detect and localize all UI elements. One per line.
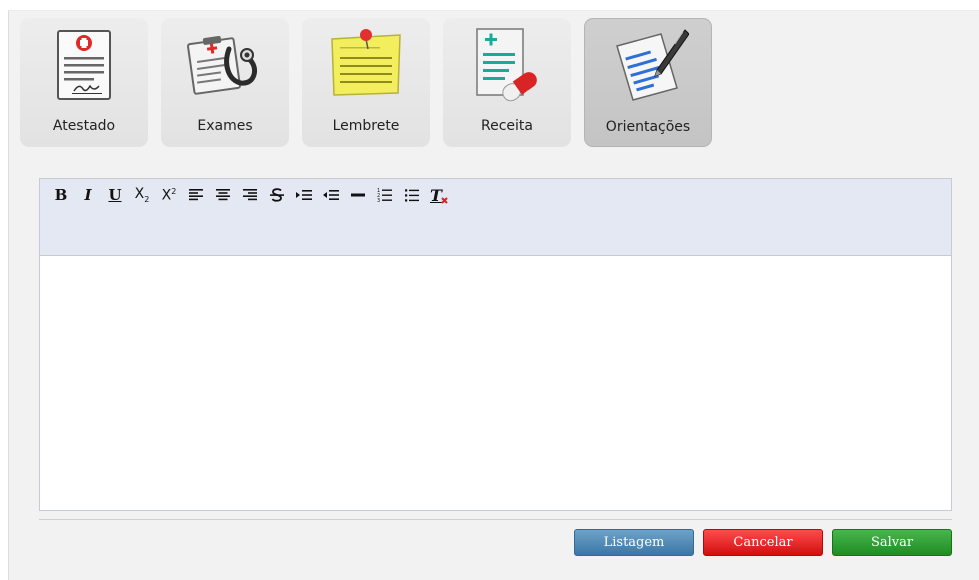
cancel-button[interactable]: Cancelar: [703, 529, 823, 556]
superscript-button[interactable]: X2: [158, 184, 180, 206]
bold-icon: B: [54, 185, 68, 204]
subscript-button[interactable]: X2: [131, 184, 153, 206]
tab-label: Lembrete: [332, 118, 400, 134]
align-right-button[interactable]: [239, 184, 261, 206]
tab-lembrete[interactable]: Lembrete: [302, 18, 430, 147]
tab-label: Atestado: [52, 118, 116, 134]
outdent-icon: [323, 190, 339, 200]
tab-receita[interactable]: Receita: [443, 18, 571, 147]
rich-text-editor: B I U X2 X2 1 2 3 T: [39, 178, 952, 511]
bulleted-list-icon: [405, 189, 419, 202]
indent-icon: [296, 190, 312, 200]
tab-orientacoes[interactable]: Orientações: [584, 18, 712, 147]
tab-exames[interactable]: Exames: [161, 18, 289, 147]
strikethrough-icon: [270, 188, 284, 202]
align-center-button[interactable]: [212, 184, 234, 206]
document-panel: Atestado Exames Lembrete Receita Orienta…: [8, 10, 979, 580]
align-left-button[interactable]: [185, 184, 207, 206]
italic-icon: I: [84, 185, 92, 204]
subscript-icon: X2: [134, 186, 150, 204]
medical-certificate-icon: [57, 30, 111, 100]
save-button[interactable]: Salvar: [832, 529, 952, 556]
remove-format-icon: T: [430, 186, 448, 205]
editor-toolbar: B I U X2 X2 1 2 3 T: [40, 179, 951, 256]
divider: [39, 519, 952, 520]
horizontal-rule-button[interactable]: [347, 184, 369, 206]
tab-label: Receita: [481, 118, 533, 134]
underline-button[interactable]: U: [104, 184, 126, 206]
horizontal-rule-icon: [351, 193, 365, 197]
tab-label: Exames: [197, 118, 253, 134]
align-center-icon: [216, 189, 230, 201]
svg-text:3: 3: [377, 198, 380, 203]
pen-document-icon: [616, 29, 689, 101]
indent-button[interactable]: [293, 184, 315, 206]
remove-x-icon: [441, 197, 448, 204]
list-button[interactable]: Listagem: [574, 529, 694, 556]
bold-button[interactable]: B: [50, 184, 72, 206]
numbered-list-button[interactable]: 1 2 3: [374, 184, 396, 206]
superscript-icon: X2: [161, 186, 177, 204]
bulleted-list-button[interactable]: [401, 184, 423, 206]
stethoscope-clipboard-icon: [187, 36, 258, 95]
align-left-icon: [189, 189, 203, 201]
tab-label: Orientações: [605, 119, 691, 135]
numbered-list-icon: 1 2 3: [377, 188, 392, 203]
prescription-pill-icon: [476, 28, 537, 102]
italic-button[interactable]: I: [77, 184, 99, 206]
sticky-note-icon: [331, 29, 401, 96]
underline-icon: U: [108, 185, 122, 204]
outdent-button[interactable]: [320, 184, 342, 206]
align-right-icon: [243, 189, 257, 201]
editor-content-area[interactable]: [40, 256, 951, 510]
remove-format-button[interactable]: T: [428, 184, 450, 206]
strikethrough-button[interactable]: [266, 184, 288, 206]
tab-atestado[interactable]: Atestado: [20, 18, 148, 147]
